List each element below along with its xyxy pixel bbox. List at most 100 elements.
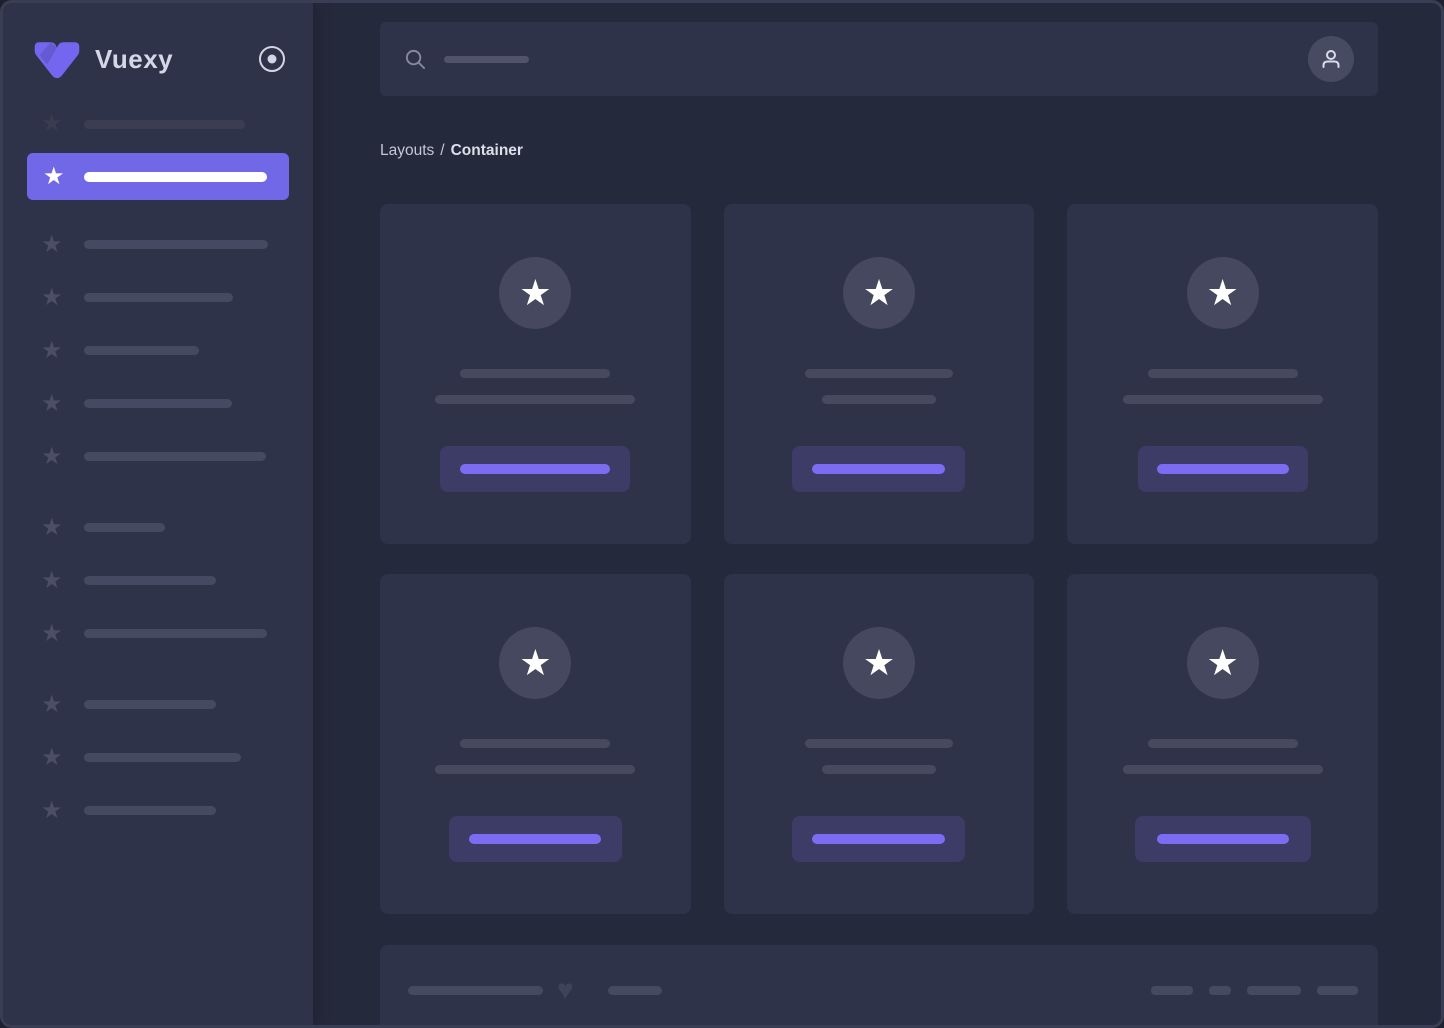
footer-link-skeleton	[1317, 985, 1358, 995]
radio-circle-icon	[258, 45, 286, 73]
menu-label-skeleton	[84, 293, 233, 302]
sidebar-item-active[interactable]: ★	[27, 153, 289, 200]
star-icon: ★	[862, 272, 896, 313]
card-title-skeleton	[804, 739, 953, 748]
button-label-skeleton	[469, 834, 602, 844]
sidebar-item-skeleton[interactable]: ★	[3, 324, 313, 377]
button-label-skeleton	[812, 834, 946, 844]
footer-link-skeleton	[1151, 985, 1193, 995]
star-icon: ★	[862, 642, 896, 683]
card-subtitle-skeleton	[1122, 395, 1323, 404]
sidebar-nav: ★ ★ ★ ★ ★ ★ ★ ★ ★ ★ ★ ★ ★	[3, 99, 313, 837]
button-label-skeleton	[460, 464, 611, 474]
footer-link-skeleton	[1247, 985, 1301, 995]
card-subtitle-skeleton	[821, 395, 936, 404]
sidebar-section: ★ ★ ★ ★ ★	[3, 200, 313, 483]
card-action-button[interactable]	[448, 816, 622, 862]
star-icon: ★	[41, 796, 63, 824]
card-subtitle-skeleton	[821, 765, 936, 774]
sidebar-item-skeleton[interactable]: ★	[3, 271, 313, 324]
star-icon: ★	[41, 442, 63, 470]
star-icon: ★	[41, 336, 63, 364]
sidebar-item-skeleton[interactable]: ★	[3, 377, 313, 430]
person-icon	[1318, 46, 1344, 72]
button-label-skeleton	[812, 464, 946, 474]
button-label-skeleton	[1156, 834, 1289, 844]
star-icon: ★	[41, 743, 63, 771]
menu-label-skeleton	[84, 700, 216, 709]
card-4: ★	[380, 574, 691, 914]
star-icon: ★	[41, 389, 63, 417]
card-5: ★	[723, 574, 1035, 914]
menu-label-skeleton	[84, 452, 266, 461]
sidebar-section: ★ ★ ★	[3, 483, 313, 660]
card-avatar: ★	[842, 627, 915, 699]
card-action-button[interactable]	[1137, 446, 1308, 492]
magnifier-icon	[404, 48, 427, 71]
user-avatar[interactable]	[1308, 36, 1354, 82]
star-icon: ★	[519, 272, 552, 313]
card-subtitle-skeleton	[1122, 765, 1323, 774]
card-avatar: ★	[1186, 627, 1259, 699]
star-icon: ★	[41, 230, 63, 258]
cards-grid: ★ ★ ★ ★ ★ ★	[380, 204, 1378, 914]
card-title-skeleton	[1147, 739, 1298, 748]
star-icon: ★	[519, 642, 552, 683]
footer-links	[1151, 985, 1358, 995]
breadcrumb-separator: /	[440, 142, 445, 159]
menu-label-skeleton	[84, 119, 245, 129]
sidebar-pin-toggle[interactable]	[258, 45, 286, 73]
card-title-skeleton	[460, 739, 611, 748]
card-avatar: ★	[1186, 257, 1259, 329]
card-action-button[interactable]	[792, 816, 966, 862]
menu-label-skeleton	[84, 806, 216, 815]
sidebar-item-skeleton[interactable]: ★	[3, 430, 313, 483]
card-action-button[interactable]	[440, 446, 631, 492]
search-placeholder-skeleton	[444, 55, 529, 63]
card-6: ★	[1067, 574, 1378, 914]
card-3: ★	[1067, 204, 1378, 544]
vuexy-v-logo-icon	[31, 38, 83, 80]
breadcrumb-container: Container	[450, 142, 523, 159]
footer-link-skeleton	[1209, 985, 1231, 995]
footer-panel: ♥	[380, 945, 1378, 1025]
sidebar-item-skeleton[interactable]: ★	[3, 501, 313, 554]
menu-label-skeleton	[84, 171, 267, 182]
button-label-skeleton	[1156, 464, 1289, 474]
sidebar-item-skeleton[interactable]: ★	[3, 554, 313, 607]
sidebar-item-skeleton[interactable]: ★	[3, 784, 313, 837]
card-title-skeleton	[1147, 369, 1298, 378]
sidebar-item-skeleton[interactable]: ★	[3, 731, 313, 784]
menu-label-skeleton	[84, 629, 267, 638]
card-title-skeleton	[460, 369, 611, 378]
card-avatar: ★	[499, 257, 572, 329]
card-1: ★	[380, 204, 691, 544]
card-action-button[interactable]	[792, 446, 966, 492]
heart-icon[interactable]: ♥	[557, 976, 574, 1004]
star-icon: ★	[41, 110, 63, 137]
menu-label-skeleton	[84, 399, 232, 408]
menu-label-skeleton	[84, 240, 268, 249]
card-action-button[interactable]	[1134, 816, 1311, 862]
sidebar-item-skeleton[interactable]: ★	[3, 218, 313, 271]
star-icon: ★	[1206, 272, 1239, 313]
search-bar[interactable]	[380, 22, 1378, 96]
breadcrumb-layouts[interactable]: Layouts	[380, 142, 434, 159]
card-2: ★	[723, 204, 1035, 544]
sidebar-item-skeleton[interactable]: ★	[3, 99, 313, 149]
menu-label-skeleton	[84, 576, 216, 585]
sidebar-item-skeleton[interactable]: ★	[3, 678, 313, 731]
brand-title: Vuexy	[95, 43, 174, 74]
card-subtitle-skeleton	[435, 765, 636, 774]
sidebar-item-skeleton[interactable]: ★	[3, 607, 313, 660]
menu-label-skeleton	[84, 753, 241, 762]
star-icon: ★	[41, 566, 63, 594]
sidebar-header: Vuexy	[3, 3, 313, 79]
sidebar-section: ★ ★ ★	[3, 660, 313, 837]
star-icon: ★	[43, 162, 65, 190]
footer-text-skeleton	[607, 985, 662, 995]
star-icon: ★	[41, 513, 63, 541]
breadcrumb: Layouts / Container	[380, 142, 1378, 160]
main-content: Layouts / Container ★ ★ ★ ★ ★ ★ ♥	[313, 3, 1441, 1025]
app-window: Vuexy ★ ★ ★ ★ ★ ★ ★ ★ ★ ★ ★ ★ ★ Layouts …	[0, 0, 1444, 1028]
